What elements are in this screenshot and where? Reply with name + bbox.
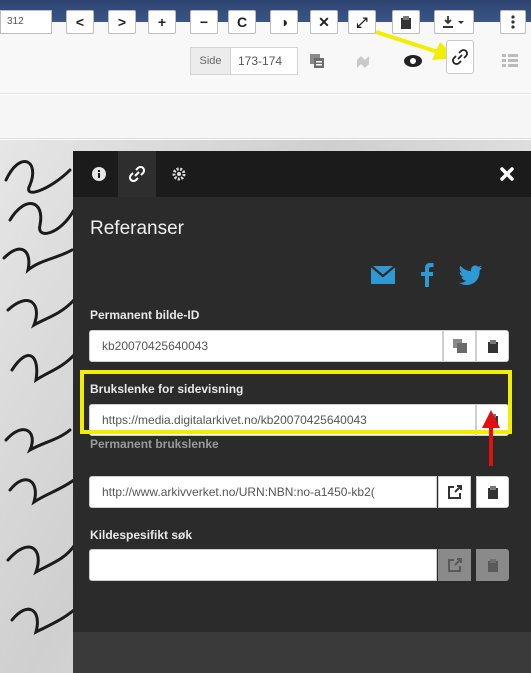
page-label: Side [190, 47, 230, 75]
clipboard-icon [487, 486, 498, 499]
grid-icon[interactable] [498, 49, 522, 73]
clipboard-icon [487, 559, 498, 572]
email-icon [371, 266, 395, 284]
clipboard-permanent-link-button[interactable] [476, 476, 509, 508]
link-icon [452, 49, 468, 65]
link-icon [129, 166, 145, 182]
field-label-source-search: Kildespesifikt søk [90, 528, 193, 542]
copy-icon [452, 339, 467, 353]
download-icon [443, 16, 464, 28]
zoom-out-button[interactable]: − [190, 10, 218, 34]
more-icon [511, 15, 515, 29]
page-number-field[interactable]: 312 [0, 10, 52, 34]
facebook-icon [421, 263, 434, 287]
clipboard-icon [487, 340, 498, 353]
close-panel-button[interactable] [496, 163, 518, 185]
rotate-button[interactable]: C [228, 10, 256, 34]
source-search-field[interactable] [89, 549, 437, 581]
external-link-icon [447, 558, 462, 572]
copy-icon[interactable] [306, 50, 328, 72]
field-label-image-id: Permanent bilde-ID [90, 308, 200, 322]
reset-button[interactable]: ✕ [310, 10, 338, 34]
field-label-permanent-link: Permanent brukslenke [90, 437, 219, 451]
download-button[interactable] [434, 10, 474, 34]
contrast-button[interactable]: ◑ [270, 10, 298, 34]
viewer-toolbar [0, 95, 531, 139]
panel-title: Referanser [90, 218, 184, 239]
red-arrow [482, 410, 500, 466]
page-input[interactable]: 173-174 [230, 47, 298, 75]
info-icon [92, 167, 106, 181]
close-icon [500, 167, 514, 181]
link-button[interactable] [446, 40, 474, 74]
panel-footer [73, 632, 531, 673]
open-search-button[interactable] [438, 549, 471, 581]
next-button[interactable]: > [108, 10, 136, 34]
clipboard-id-button[interactable] [476, 330, 509, 362]
open-link-button[interactable] [438, 476, 471, 508]
handwriting-image [2, 160, 76, 635]
gear-icon [172, 167, 186, 181]
more-button[interactable] [500, 10, 526, 34]
copy-id-button[interactable] [443, 330, 476, 362]
highlight-box [80, 370, 512, 434]
external-link-icon [447, 485, 462, 499]
permanent-link-field[interactable]: http://www.arkivverket.no/URN:NBN:no-a14… [89, 476, 437, 508]
prev-button[interactable]: < [66, 10, 94, 34]
clipboard-icon [401, 16, 411, 29]
share-email-button[interactable] [368, 260, 398, 290]
tab-settings[interactable] [160, 151, 198, 197]
clipboard-button[interactable] [392, 10, 420, 34]
zoom-in-button[interactable]: + [148, 10, 176, 34]
clipboard-search-button[interactable] [476, 549, 509, 581]
twitter-icon [459, 265, 482, 285]
fullscreen-button[interactable]: ⤢ [348, 10, 376, 34]
image-id-field[interactable]: kb20070425640043 [89, 330, 443, 362]
share-twitter-button[interactable] [455, 260, 485, 290]
tab-info[interactable] [80, 151, 118, 197]
tab-links[interactable] [118, 151, 156, 197]
share-facebook-button[interactable] [412, 260, 442, 290]
